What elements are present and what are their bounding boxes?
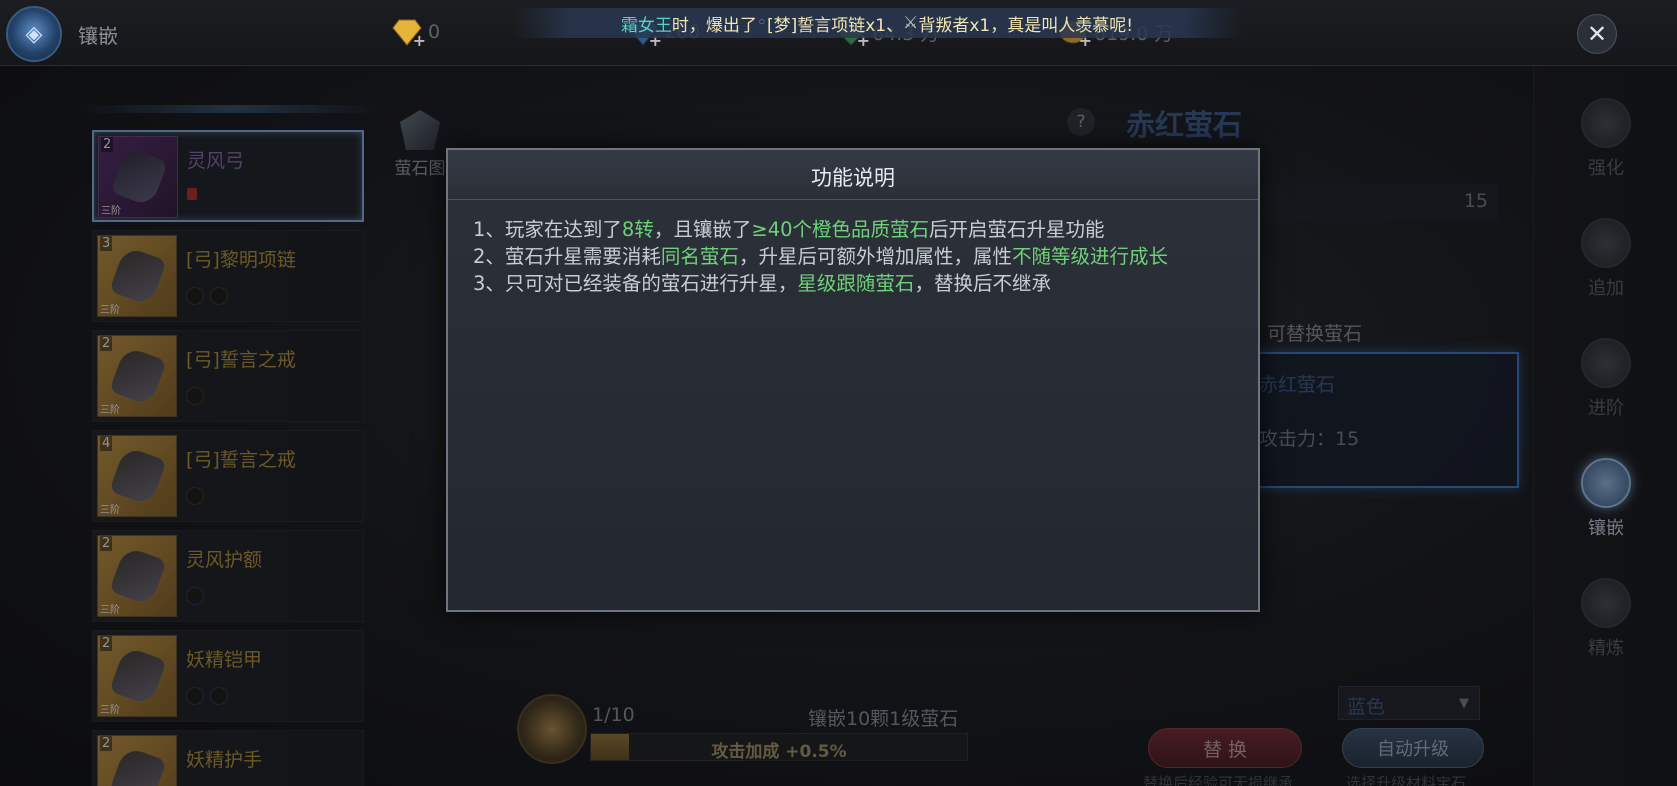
rule-line: 3、只可对已经装备的萤石进行升星，星级跟随萤石，替换后不继承 [473,272,1051,295]
dialog-body: 1、玩家在达到了8转，且镶嵌了≥40个橙色品质萤石后开启萤石升星功能 2、萤石升… [473,216,1243,297]
rule-line: 1、玩家在达到了8转，且镶嵌了≥40个橙色品质萤石后开启萤石升星功能 [473,218,1105,241]
currency-gold-diamond[interactable]: + 0 [392,18,441,50]
dialog-header: 功能说明 [448,150,1258,200]
gold-diamond-icon: + [392,18,426,50]
dialog-title: 功能说明 [811,166,895,190]
page-title: 镶嵌 [78,24,118,48]
broadcast-text: 时，爆出了 [671,15,757,36]
rule-line: 2、萤石升星需要消耗同名萤石，升星后可额外增加属性，属性不随等级进行成长 [473,245,1168,268]
broadcast-item: 背叛者x1 [918,15,991,36]
currency-value: 0 [428,21,441,43]
close-button[interactable]: ✕ [1577,14,1617,54]
broadcast-item: [梦]誓言项链x1 [766,15,887,36]
dagger-icon: ⚔ [903,13,919,33]
broadcast-text: ，真是叫人羡慕呢! [990,15,1134,36]
inlay-emblem-icon: ◈ [6,6,62,62]
necklace-icon: ◦ [756,13,767,33]
broadcast-banner: 霜女王 时，爆出了 ◦ [梦]誓言项链x1、 ⚔ 背叛者x1 ，真是叫人羡慕呢! [512,8,1242,38]
broadcast-player: 霜女王 [620,15,672,36]
function-description-dialog: 功能说明 1、玩家在达到了8转，且镶嵌了≥40个橙色品质萤石后开启萤石升星功能 … [446,148,1260,612]
broadcast-text: 、 [886,15,904,36]
